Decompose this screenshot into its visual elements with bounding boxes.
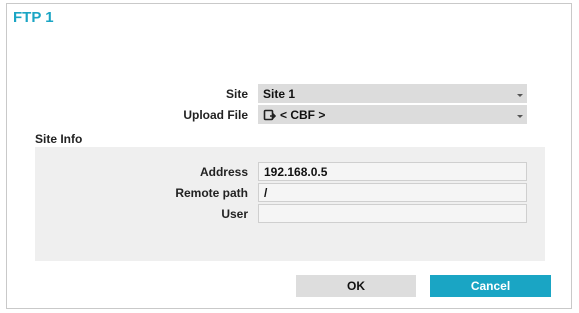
upload-file-label: Upload File — [183, 108, 248, 122]
remote-path-label: Remote path — [175, 186, 248, 200]
cancel-button[interactable]: Cancel — [430, 275, 551, 297]
ftp-dialog: FTP 1 Site Site 1 Upload File < CBF > Si… — [6, 3, 572, 309]
user-field[interactable] — [258, 204, 527, 223]
chevron-down-icon — [517, 94, 523, 97]
chevron-down-icon — [517, 115, 523, 118]
site-label: Site — [225, 87, 248, 101]
address-label: Address — [199, 165, 248, 179]
user-label: User — [221, 207, 248, 221]
upload-file-value: < CBF > — [280, 108, 326, 122]
upload-file-select[interactable]: < CBF > — [258, 105, 527, 124]
remote-path-field[interactable]: / — [258, 183, 527, 202]
dialog-title: FTP 1 — [13, 9, 54, 26]
site-select-value: Site 1 — [263, 87, 296, 101]
site-info-heading: Site Info — [35, 132, 83, 146]
file-upload-icon — [263, 109, 276, 121]
ok-button[interactable]: OK — [296, 275, 416, 297]
address-field[interactable]: 192.168.0.5 — [258, 162, 527, 181]
site-select[interactable]: Site 1 — [258, 84, 527, 103]
